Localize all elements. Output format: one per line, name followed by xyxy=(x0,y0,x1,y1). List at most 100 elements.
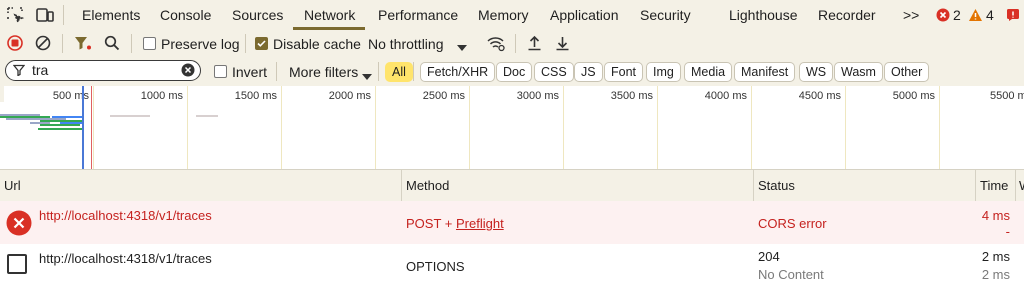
preserve-log-checkbox[interactable] xyxy=(143,37,156,50)
chevron-down-icon[interactable] xyxy=(362,69,372,84)
overview-edge xyxy=(0,86,4,102)
warning-icon[interactable] xyxy=(968,8,983,25)
tab-elements[interactable]: Elements xyxy=(82,7,140,23)
clear-filter-icon[interactable] xyxy=(181,63,195,80)
column-header-time[interactable]: Time xyxy=(980,178,1008,193)
tick-label: 2000 ms xyxy=(328,90,371,102)
request-bars xyxy=(0,114,218,130)
export-har-icon[interactable] xyxy=(555,35,570,54)
filter-chip-all[interactable]: All xyxy=(385,62,413,82)
tick-label: 4500 ms xyxy=(798,90,841,102)
throttling-select[interactable]: No throttling xyxy=(368,36,443,52)
tab-performance[interactable]: Performance xyxy=(378,7,458,23)
divider xyxy=(62,34,63,53)
tick-label: 3500 ms xyxy=(610,90,653,102)
timeline-overview[interactable]: 500 ms 1000 ms 1500 ms 2000 ms 2500 ms 3… xyxy=(0,86,1024,170)
method-text: POST + xyxy=(406,216,456,231)
inspect-element-icon[interactable] xyxy=(6,6,25,27)
network-conditions-icon[interactable] xyxy=(486,35,506,55)
filter-chip-css[interactable]: CSS xyxy=(534,62,574,82)
clear-icon[interactable] xyxy=(35,35,51,54)
tab-console[interactable]: Console xyxy=(160,7,211,23)
gridline xyxy=(657,86,658,169)
tick-label: 4000 ms xyxy=(704,90,747,102)
column-header-status[interactable]: Status xyxy=(758,178,795,193)
more-tabs-button[interactable]: >> xyxy=(903,7,919,23)
invert-checkbox[interactable] xyxy=(214,65,227,78)
request-status: CORS error xyxy=(758,216,827,231)
tab-lighthouse[interactable]: Lighthouse xyxy=(729,7,798,23)
preserve-log-label[interactable]: Preserve log xyxy=(161,36,240,52)
divider xyxy=(245,34,246,53)
tick-label: 1000 ms xyxy=(140,90,183,102)
stop-recording-icon[interactable] xyxy=(7,35,23,54)
filter-chip-other[interactable]: Other xyxy=(884,62,930,82)
tick-label: 5500 m xyxy=(990,90,1024,102)
tab-network[interactable]: Network xyxy=(304,7,355,23)
filter-chip-fetch-xhr[interactable]: Fetch/XHR xyxy=(420,62,496,82)
column-header-method[interactable]: Method xyxy=(406,178,449,193)
gridline xyxy=(375,86,376,169)
request-time: 4 ms xyxy=(981,208,1010,223)
filter-chip-wasm[interactable]: Wasm xyxy=(834,62,883,82)
dom-content-loaded-marker xyxy=(82,86,84,169)
import-har-icon[interactable] xyxy=(527,35,542,54)
request-time: 2 ms xyxy=(981,249,1010,264)
gridline xyxy=(939,86,940,169)
column-header-url[interactable]: Url xyxy=(4,178,21,193)
invert-label[interactable]: Invert xyxy=(232,64,267,80)
gridline xyxy=(281,86,282,169)
preflight-link[interactable]: Preflight xyxy=(456,216,504,231)
warning-count[interactable]: 4 xyxy=(986,7,994,23)
table-row[interactable]: http://localhost:4318/v1/traces OPTIONS … xyxy=(0,244,1024,284)
request-url[interactable]: http://localhost:4318/v1/traces xyxy=(39,208,212,223)
error-icon[interactable] xyxy=(936,8,950,25)
divider xyxy=(131,34,132,53)
device-toolbar-icon[interactable] xyxy=(35,6,55,27)
filter-chip-js[interactable]: JS xyxy=(574,62,603,82)
tab-security[interactable]: Security xyxy=(640,7,691,23)
gridline xyxy=(469,86,470,169)
filter-chip-media[interactable]: Media xyxy=(684,62,733,82)
tick-label: 3000 ms xyxy=(516,90,559,102)
search-icon[interactable] xyxy=(104,35,120,54)
network-toolbar: Preserve log Disable cache No throttling xyxy=(0,30,1024,58)
request-method: OPTIONS xyxy=(406,259,465,274)
tab-memory[interactable]: Memory xyxy=(478,7,529,23)
request-status: 204 xyxy=(758,249,780,264)
filter-bar: tra Invert More filters All Fetch/XHR Do… xyxy=(0,57,1024,87)
request-table-header: Url Method Status Time W xyxy=(0,170,1024,202)
filter-chip-ws[interactable]: WS xyxy=(799,62,834,82)
column-header-truncated[interactable]: W xyxy=(1019,178,1024,193)
divider xyxy=(413,62,414,81)
tick-label: 2500 ms xyxy=(422,90,465,102)
chevron-down-icon[interactable] xyxy=(457,40,467,55)
tick-label: 1500 ms xyxy=(234,90,277,102)
error-status-icon xyxy=(6,210,32,239)
tab-application[interactable]: Application xyxy=(550,7,619,23)
divider xyxy=(276,62,277,81)
disable-cache-checkbox[interactable] xyxy=(255,37,268,50)
request-status-text: No Content xyxy=(758,267,824,282)
more-filters-button[interactable]: More filters xyxy=(289,64,358,80)
tab-recorder[interactable]: Recorder xyxy=(818,7,876,23)
request-method: POST + Preflight xyxy=(406,216,504,231)
issues-icon[interactable] xyxy=(1006,8,1020,25)
table-row[interactable]: http://localhost:4318/v1/traces POST + P… xyxy=(0,201,1024,245)
gridline xyxy=(563,86,564,169)
tick-label: 5000 ms xyxy=(892,90,935,102)
filter-input[interactable]: tra xyxy=(32,62,48,78)
filter-input-box[interactable]: tra xyxy=(5,60,201,81)
filter-chip-img[interactable]: Img xyxy=(646,62,681,82)
request-url[interactable]: http://localhost:4318/v1/traces xyxy=(39,251,212,266)
error-count[interactable]: 2 xyxy=(953,7,961,23)
filter-chip-font[interactable]: Font xyxy=(604,62,644,82)
filter-icon[interactable] xyxy=(74,35,92,54)
request-latency: 2 ms xyxy=(981,267,1010,282)
document-icon xyxy=(7,254,27,274)
disable-cache-label[interactable]: Disable cache xyxy=(273,36,361,52)
filter-chip-doc[interactable]: Doc xyxy=(496,62,533,82)
filter-chip-manifest[interactable]: Manifest xyxy=(734,62,796,82)
tab-sources[interactable]: Sources xyxy=(232,7,283,23)
request-latency: - xyxy=(1005,224,1010,239)
